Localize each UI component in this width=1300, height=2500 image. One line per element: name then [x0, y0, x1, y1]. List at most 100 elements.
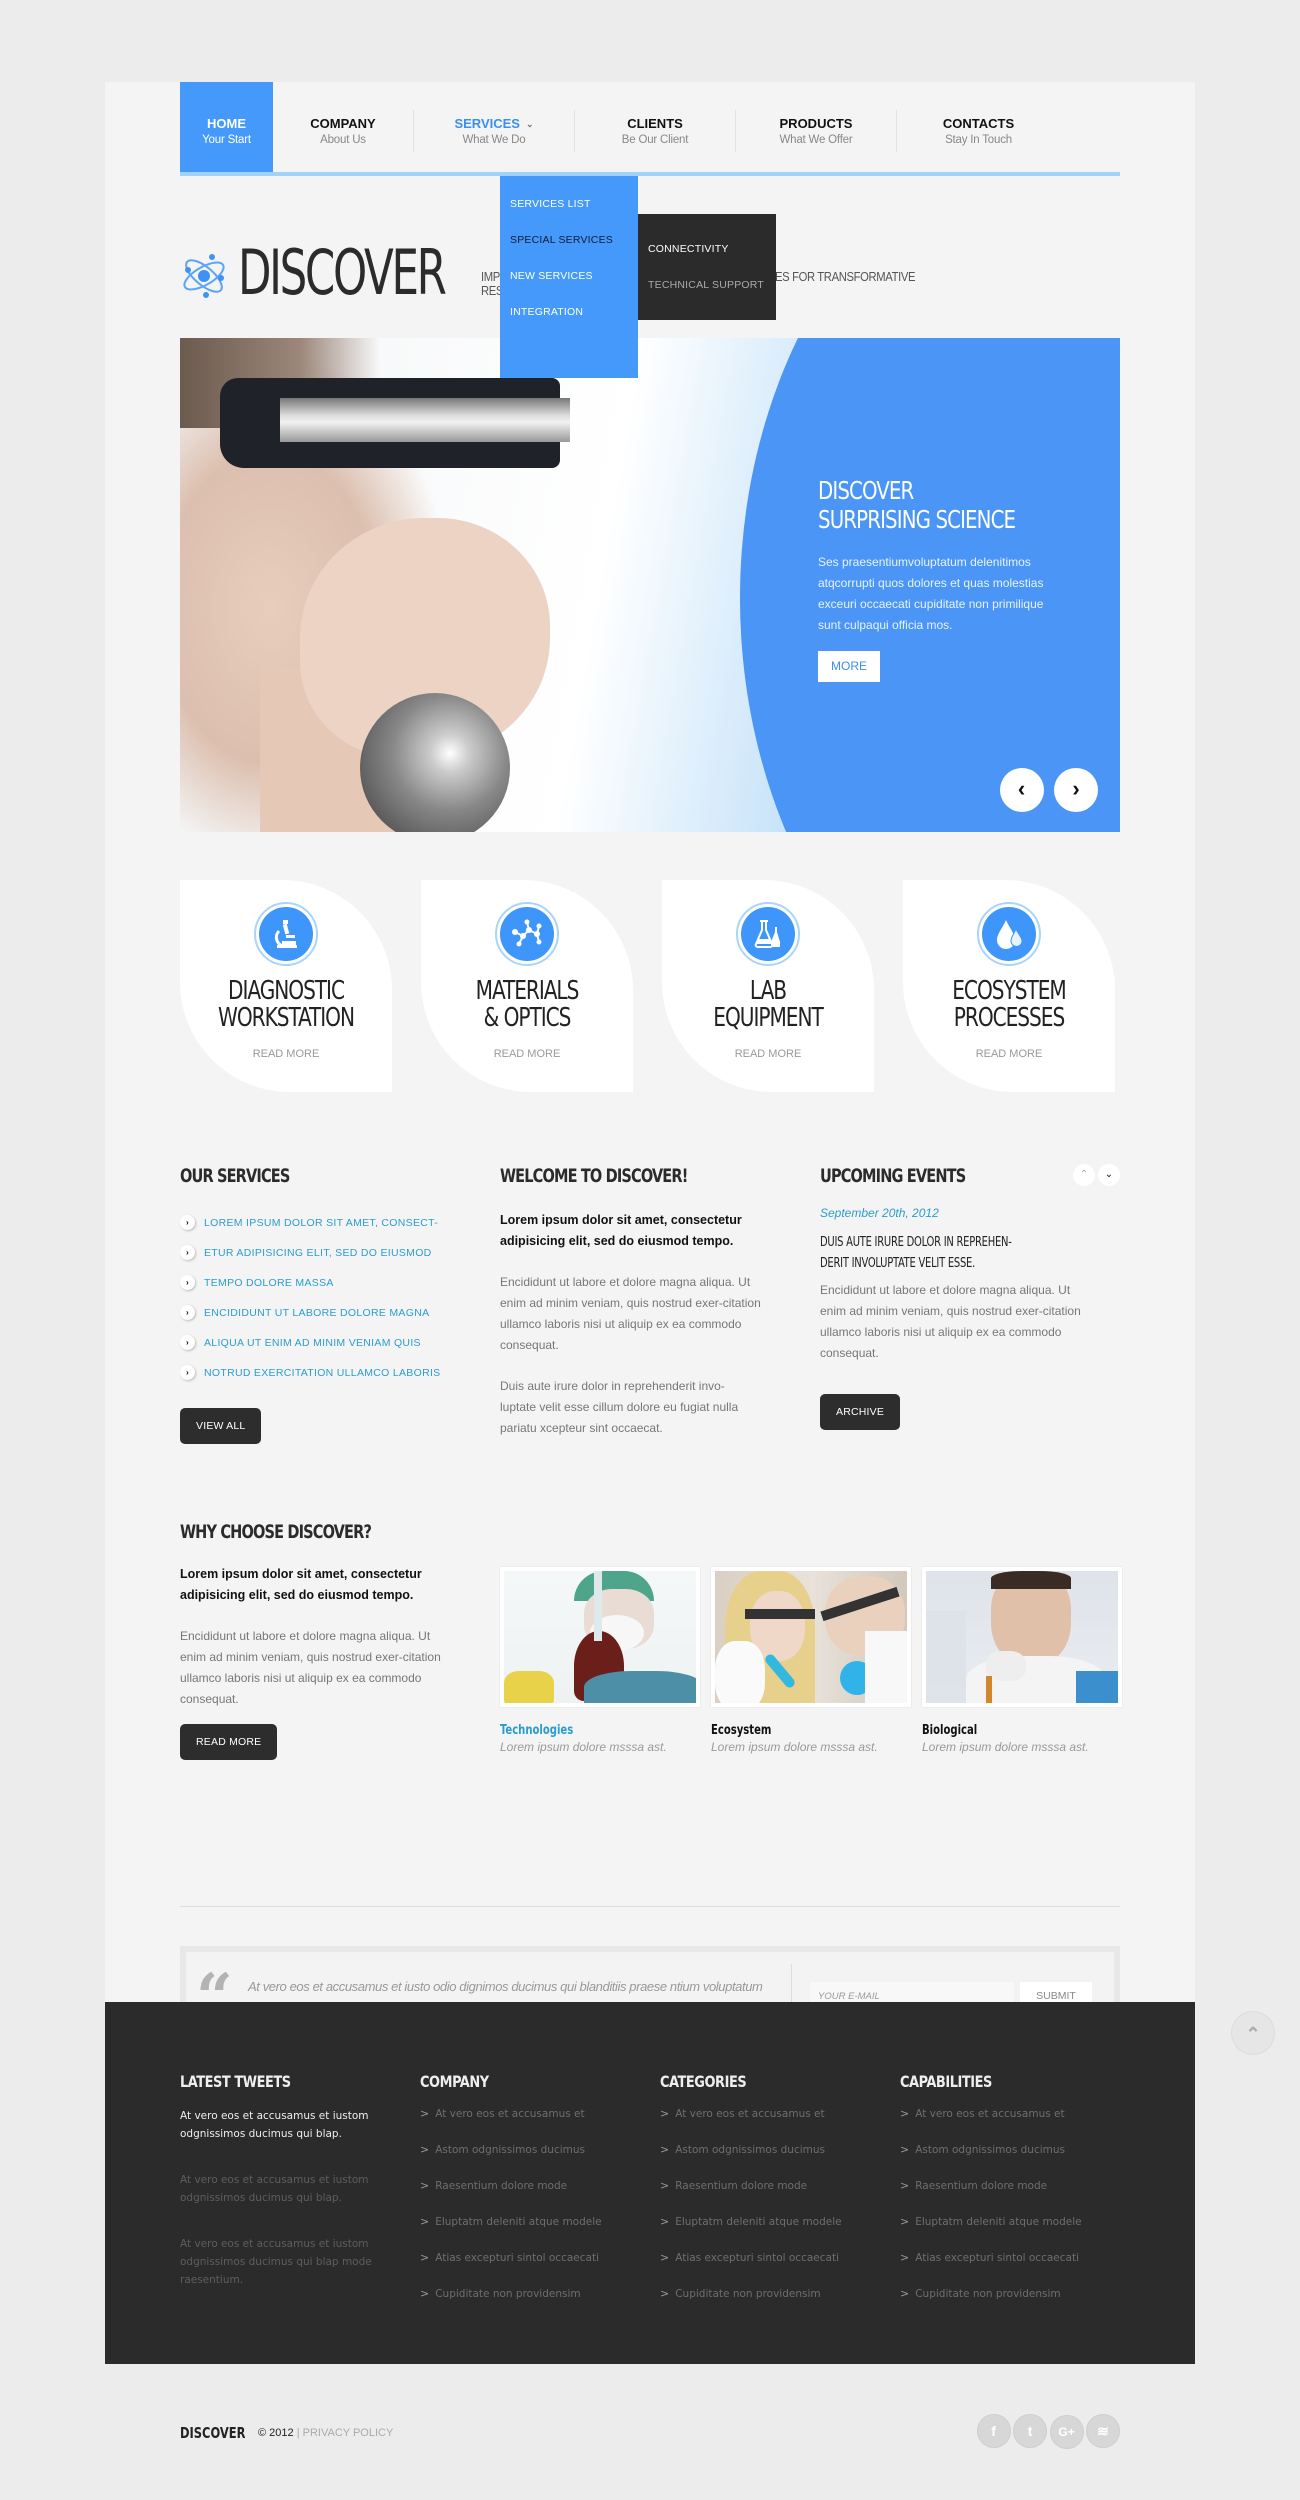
- submenu-item-connectivity[interactable]: CONNECTIVITY: [638, 231, 776, 267]
- chevron-right-icon: >: [420, 2143, 430, 2156]
- nav-item-services[interactable]: SERVICES ⌄ What We Do: [414, 82, 574, 172]
- footer-link[interactable]: > Atias excepturi sintol occaecati: [660, 2249, 880, 2285]
- dropdown-item-services-list[interactable]: SERVICES LIST: [500, 186, 638, 222]
- list-item[interactable]: › TEMPO DOLORE MASSA: [180, 1268, 480, 1298]
- facebook-icon[interactable]: f: [976, 2414, 1011, 2448]
- welcome-lead: Lorem ipsum dolor sit amet, consectetur …: [500, 1213, 742, 1248]
- footer-link[interactable]: > Atias excepturi sintol occaecati: [900, 2249, 1120, 2285]
- footer-link[interactable]: > Cupiditate non providensim: [420, 2285, 640, 2321]
- tweet[interactable]: At vero eos et accusamus et iustom odgni…: [180, 2171, 390, 2207]
- footer-link[interactable]: > Raesentium dolore mode: [420, 2177, 640, 2213]
- footer-link[interactable]: > At vero eos et accusamus et: [660, 2105, 880, 2141]
- read-more-button[interactable]: READ MORE: [180, 1724, 278, 1760]
- chevron-right-icon: >: [660, 2179, 670, 2192]
- gallery-image[interactable]: [711, 1567, 911, 1707]
- list-item[interactable]: › ENCIDIDUNT UT LABORE DOLORE MAGNA: [180, 1298, 480, 1328]
- footer-link[interactable]: > At vero eos et accusamus et: [420, 2105, 640, 2141]
- gallery-item[interactable]: Biological Lorem ipsum dolore msssa ast.: [922, 1567, 1122, 1754]
- twitter-icon[interactable]: t: [1013, 2414, 1048, 2448]
- why-lead: Lorem ipsum dolor sit amet, consectetur …: [180, 1567, 422, 1602]
- footer-link[interactable]: > Astom odgnissimos ducimus: [660, 2141, 880, 2177]
- footer-link[interactable]: > Atias excepturi sintol occaecati: [420, 2249, 640, 2285]
- footer-link[interactable]: > Eluptatm deleniti atque modele: [420, 2213, 640, 2249]
- gallery-image[interactable]: [922, 1567, 1122, 1707]
- dropdown-item-integration[interactable]: INTEGRATION: [500, 294, 638, 330]
- footer-link[interactable]: > Raesentium dolore mode: [660, 2177, 880, 2213]
- gallery-title[interactable]: Ecosystem: [711, 1723, 883, 1738]
- chevron-down-icon[interactable]: ⌄: [1098, 1164, 1120, 1186]
- google-plus-icon[interactable]: G+: [1049, 2415, 1084, 2449]
- nav-item-contacts[interactable]: CONTACTS Stay In Touch: [897, 82, 1060, 172]
- service-link[interactable]: NOTRUD EXERCITATION ULLAMCO LABORIS: [204, 1367, 440, 1379]
- service-link[interactable]: TEMPO DOLORE MASSA: [204, 1277, 334, 1289]
- rss-icon[interactable]: ≋: [1086, 2414, 1120, 2448]
- footer-link[interactable]: > Eluptatm deleniti atque modele: [900, 2213, 1120, 2249]
- arrow-right-icon: ›: [180, 1365, 195, 1380]
- submenu-item-technical-support[interactable]: TECHNICAL SUPPORT: [638, 267, 776, 303]
- gallery-image[interactable]: [500, 1567, 700, 1707]
- feature-card[interactable]: ECOSYSTEM PROCESSES READ MORE: [903, 880, 1115, 1092]
- dropdown-item-special-services[interactable]: SPECIAL SERVICES: [500, 222, 638, 258]
- footer-link[interactable]: > Astom odgnissimos ducimus: [420, 2141, 640, 2177]
- footer-link[interactable]: > Cupiditate non providensim: [900, 2285, 1120, 2321]
- service-link[interactable]: ALIQUA UT ENIM AD MINIM VENIAM QUIS: [204, 1337, 421, 1349]
- footer-link[interactable]: > Cupiditate non providensim: [660, 2285, 880, 2321]
- nav-item-clients[interactable]: CLIENTS Be Our Client: [575, 82, 735, 172]
- footer-link-text: Eluptatm deleniti atque modele: [675, 2216, 842, 2228]
- feature-card[interactable]: DIAGNOSTIC WORKSTATION READ MORE: [180, 880, 392, 1092]
- service-link[interactable]: ETUR ADIPISICING ELIT, SED DO EIUSMOD: [204, 1247, 432, 1259]
- footer-link-text: Astom odgnissimos ducimus: [915, 2144, 1065, 2156]
- chevron-right-icon: >: [660, 2287, 670, 2300]
- feature-card[interactable]: MATERIALS & OPTICS READ MORE: [421, 880, 633, 1092]
- footer-column-company: COMPANY > At vero eos et accusamus et > As…: [420, 2072, 640, 2321]
- our-services-section: OUR SERVICES › LOREM IPSUM DOLOR SIT AMET…: [180, 1164, 480, 1444]
- footer-column-capabilities: CAPABILITIES > At vero eos et accusamus e…: [900, 2072, 1120, 2321]
- event-title[interactable]: DUIS AUTE IRURE DOLOR IN REPREHEN- DERIT…: [820, 1232, 1066, 1274]
- flask-icon: [736, 902, 800, 966]
- dropdown-item-new-services[interactable]: NEW SERVICES: [500, 258, 638, 294]
- privacy-policy-link[interactable]: PRIVACY POLICY: [303, 2427, 394, 2439]
- hero-more-button[interactable]: MORE: [818, 651, 880, 682]
- tweet[interactable]: At vero eos et accusamus et iustom odgni…: [180, 2107, 390, 2143]
- nav-item-products[interactable]: PRODUCTS What We Offer: [736, 82, 896, 172]
- slider-prev-button[interactable]: ‹: [999, 768, 1044, 812]
- welcome-section: WELCOME TO DISCOVER! Lorem ipsum dolor s…: [500, 1164, 800, 1439]
- gallery-item[interactable]: Technologies Lorem ipsum dolore msssa as…: [500, 1567, 700, 1754]
- list-item[interactable]: › LOREM IPSUM DOLOR SIT AMET, CONSECT-: [180, 1208, 480, 1238]
- footer-link-text: Raesentium dolore mode: [435, 2180, 568, 2192]
- chevron-right-icon: >: [900, 2179, 910, 2192]
- tweet[interactable]: At vero eos et accusamus et iustom odgni…: [180, 2235, 390, 2289]
- service-link[interactable]: ENCIDIDUNT UT LABORE DOLORE MAGNA: [204, 1307, 429, 1319]
- chevron-right-icon: >: [660, 2143, 670, 2156]
- gallery-title[interactable]: Technologies: [500, 1723, 672, 1738]
- footer-link[interactable]: > Raesentium dolore mode: [900, 2177, 1120, 2213]
- feature-card[interactable]: LAB EQUIPMENT READ MORE: [662, 880, 874, 1092]
- service-link[interactable]: LOREM IPSUM DOLOR SIT AMET, CONSECT-: [204, 1217, 438, 1229]
- bottom-bar: DISCOVER © 2012 | PRIVACY POLICY f t G+ …: [180, 2414, 1120, 2454]
- nav-item-home[interactable]: HOME Your Start: [180, 82, 273, 172]
- read-more-link[interactable]: READ MORE: [662, 1048, 874, 1060]
- list-item[interactable]: › NOTRUD EXERCITATION ULLAMCO LABORIS: [180, 1358, 480, 1388]
- read-more-link[interactable]: READ MORE: [421, 1048, 633, 1060]
- read-more-link[interactable]: READ MORE: [903, 1048, 1115, 1060]
- footer-column-tweets: LATEST TWEETS At vero eos et accusamus e…: [180, 2072, 400, 2289]
- gallery-item[interactable]: Ecosystem Lorem ipsum dolore msssa ast.: [711, 1567, 911, 1754]
- footer-heading: CATEGORIES: [660, 2072, 747, 2091]
- scroll-to-top-button[interactable]: ⌃: [1232, 2012, 1274, 2054]
- footer-link[interactable]: > At vero eos et accusamus et: [900, 2105, 1120, 2141]
- arrow-right-icon: ›: [180, 1245, 195, 1260]
- footer-link[interactable]: > Eluptatm deleniti atque modele: [660, 2213, 880, 2249]
- archive-button[interactable]: ARCHIVE: [820, 1394, 901, 1430]
- gallery-title[interactable]: Biological: [922, 1723, 1094, 1738]
- footer-link-text: Atias excepturi sintol occaecati: [675, 2252, 839, 2264]
- footer-link[interactable]: > Astom odgnissimos ducimus: [900, 2141, 1120, 2177]
- chevron-up-icon[interactable]: ⌃: [1073, 1164, 1095, 1186]
- water-drops-icon: [977, 902, 1041, 966]
- list-item[interactable]: › ALIQUA UT ENIM AD MINIM VENIAM QUIS: [180, 1328, 480, 1358]
- view-all-button[interactable]: VIEW ALL: [180, 1408, 262, 1444]
- read-more-link[interactable]: READ MORE: [180, 1048, 392, 1060]
- footer-brand: DISCOVER: [180, 2424, 246, 2442]
- list-item[interactable]: › ETUR ADIPISICING ELIT, SED DO EIUSMOD: [180, 1238, 480, 1268]
- nav-item-company[interactable]: COMPANY About Us: [273, 82, 413, 172]
- slider-next-button[interactable]: ›: [1054, 768, 1098, 812]
